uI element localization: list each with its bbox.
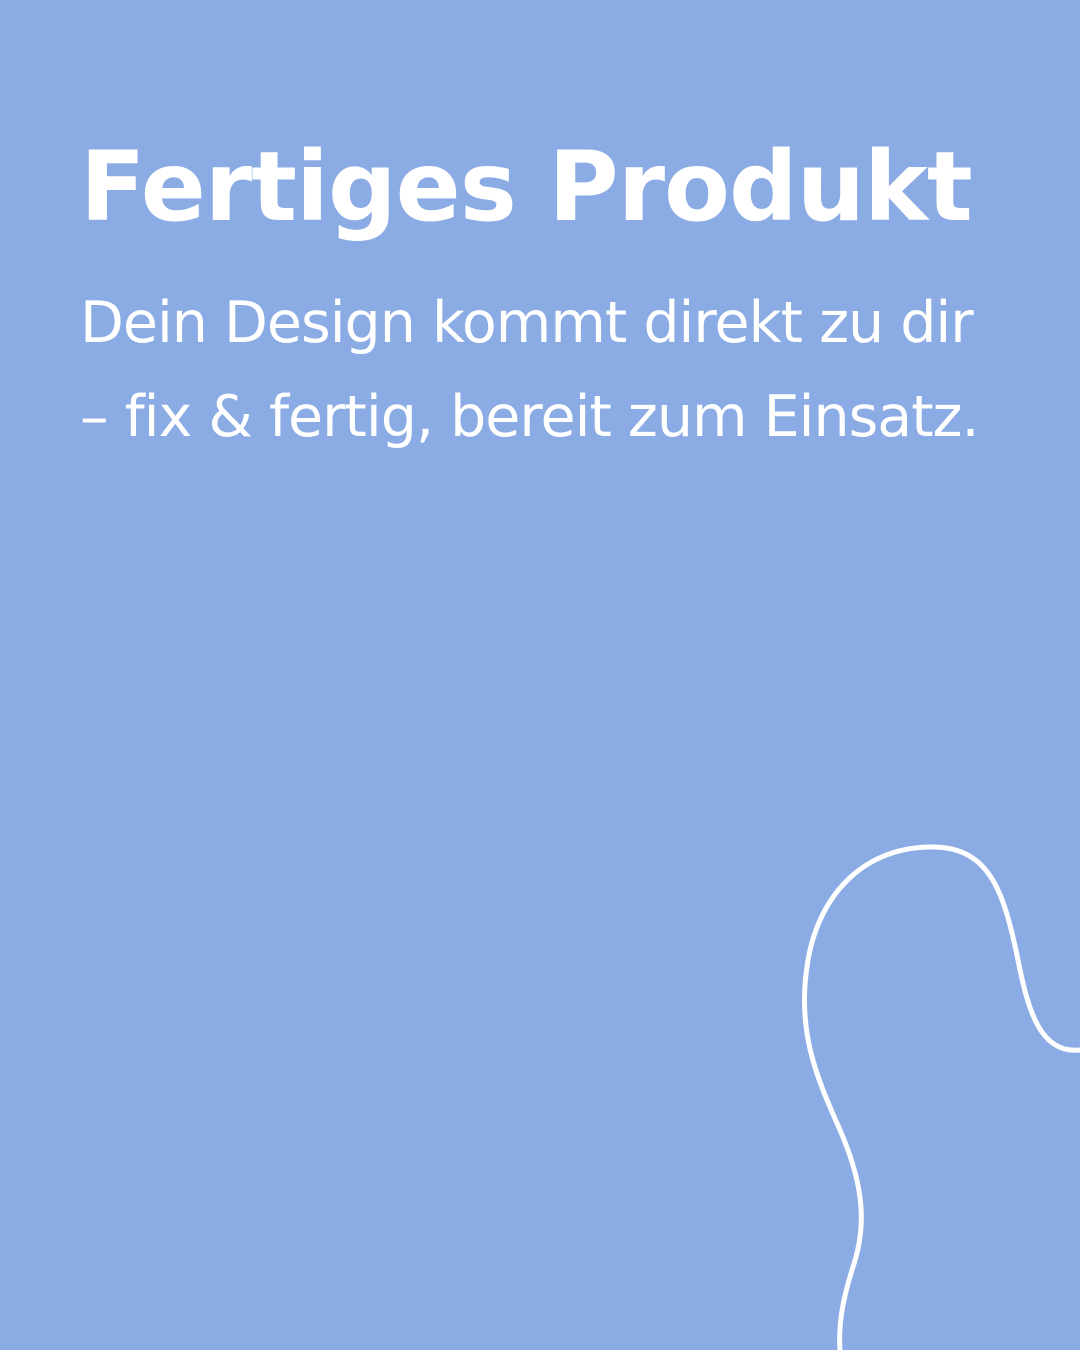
wavy-line-path xyxy=(801,844,1080,1350)
slide: Fertiges Produkt Dein Design kommt direk… xyxy=(0,0,1080,1350)
slide-title: Fertiges Produkt xyxy=(80,131,973,243)
slide-body-text: Dein Design kommt direkt zu dir – fix & … xyxy=(80,290,980,450)
